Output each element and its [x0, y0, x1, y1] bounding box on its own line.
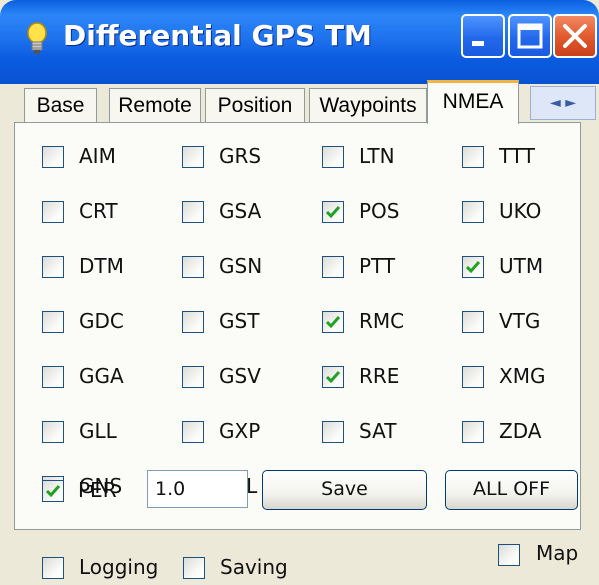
nmea-label-aim: AIM: [79, 144, 116, 168]
per-label: PER: [78, 478, 117, 502]
maximize-button[interactable]: [508, 14, 552, 58]
nmea-checkbox-xmg[interactable]: [462, 366, 484, 388]
lightbulb-icon: [27, 22, 47, 54]
nmea-label-grs: GRS: [219, 144, 262, 168]
nmea-label-gll: GLL: [79, 419, 117, 443]
maximize-icon: [517, 23, 543, 49]
nmea-label-dtm: DTM: [79, 254, 124, 278]
nmea-checkbox-gsv[interactable]: [182, 366, 204, 388]
checkmark-icon: [45, 485, 61, 498]
close-button[interactable]: [553, 14, 597, 58]
nmea-label-uko: UKO: [499, 199, 542, 223]
nmea-checkbox-gst[interactable]: [182, 311, 204, 333]
nmea-checkbox-grs[interactable]: [182, 146, 204, 168]
app-window: Differential GPS TM Base Remote Position…: [0, 0, 599, 585]
nmea-checkbox-gsa[interactable]: [182, 201, 204, 223]
nmea-label-gst: GST: [219, 309, 260, 333]
nmea-checkbox-rre[interactable]: [322, 366, 344, 388]
nmea-label-utm: UTM: [499, 254, 544, 278]
nmea-checkbox-gdc[interactable]: [42, 311, 64, 333]
map-label: Map: [536, 541, 579, 565]
saving-checkbox[interactable]: [183, 557, 205, 579]
all-off-button[interactable]: ALL OFF: [445, 470, 578, 510]
checkmark-icon: [465, 261, 481, 274]
logging-checkbox[interactable]: [42, 557, 64, 579]
tab-nmea[interactable]: NMEA: [427, 80, 519, 124]
nmea-label-gsa: GSA: [219, 199, 262, 223]
logging-label: Logging: [79, 555, 159, 579]
nmea-label-pos: POS: [359, 199, 400, 223]
tab-base[interactable]: Base: [24, 88, 97, 123]
nmea-checkbox-gxp[interactable]: [182, 421, 204, 443]
tab-remote[interactable]: Remote: [109, 88, 201, 123]
nmea-label-rmc: RMC: [359, 309, 405, 333]
nmea-label-sat: SAT: [359, 419, 397, 443]
nmea-checkbox-gll[interactable]: [42, 421, 64, 443]
nmea-label-xmg: XMG: [499, 364, 546, 388]
nmea-checkbox-crt[interactable]: [42, 201, 64, 223]
nmea-label-ttt: TTT: [499, 144, 535, 168]
close-icon: [563, 24, 587, 48]
nmea-label-vtg: VTG: [499, 309, 541, 333]
nmea-checkbox-uko[interactable]: [462, 201, 484, 223]
nmea-label-rre: RRE: [359, 364, 400, 388]
save-button[interactable]: Save: [262, 470, 427, 510]
tab-position[interactable]: Position: [205, 88, 305, 123]
nmea-label-gsv: GSV: [219, 364, 261, 388]
map-checkbox[interactable]: [498, 544, 520, 566]
per-checkbox[interactable]: [42, 480, 64, 502]
nmea-checkbox-gsn[interactable]: [182, 256, 204, 278]
nmea-checkbox-pos[interactable]: [322, 201, 344, 223]
minimize-icon: [472, 41, 484, 46]
checkmark-icon: [325, 316, 341, 329]
nmea-label-gdc: GDC: [79, 309, 124, 333]
nmea-checkbox-ptt[interactable]: [322, 256, 344, 278]
saving-label: Saving: [220, 555, 288, 579]
nmea-label-gga: GGA: [79, 364, 124, 388]
tab-scroll-arrows[interactable]: ◄ ►: [530, 86, 596, 120]
nmea-label-crt: CRT: [79, 199, 118, 223]
nmea-checkbox-vtg[interactable]: [462, 311, 484, 333]
nmea-checkbox-ttt[interactable]: [462, 146, 484, 168]
window-title: Differential GPS TM: [63, 19, 372, 52]
nmea-label-ltn: LTN: [359, 144, 395, 168]
minimize-button[interactable]: [461, 14, 505, 58]
checkmark-icon: [325, 206, 341, 219]
nmea-checkbox-gga[interactable]: [42, 366, 64, 388]
nmea-checkbox-aim[interactable]: [42, 146, 64, 168]
nmea-checkbox-sat[interactable]: [322, 421, 344, 443]
nmea-checkbox-dtm[interactable]: [42, 256, 64, 278]
nmea-checkbox-utm[interactable]: [462, 256, 484, 278]
nmea-checkbox-ltn[interactable]: [322, 146, 344, 168]
per-value-input[interactable]: 1.0: [147, 470, 248, 508]
checkmark-icon: [325, 371, 341, 384]
title-bar[interactable]: Differential GPS TM: [0, 0, 599, 84]
nmea-checkbox-rmc[interactable]: [322, 311, 344, 333]
nmea-label-gsn: GSN: [219, 254, 263, 278]
nmea-label-ptt: PTT: [359, 254, 396, 278]
nmea-checkbox-zda[interactable]: [462, 421, 484, 443]
nmea-label-zda: ZDA: [499, 419, 542, 443]
tab-waypoints[interactable]: Waypoints: [309, 88, 427, 123]
nmea-label-gxp: GXP: [219, 419, 261, 443]
